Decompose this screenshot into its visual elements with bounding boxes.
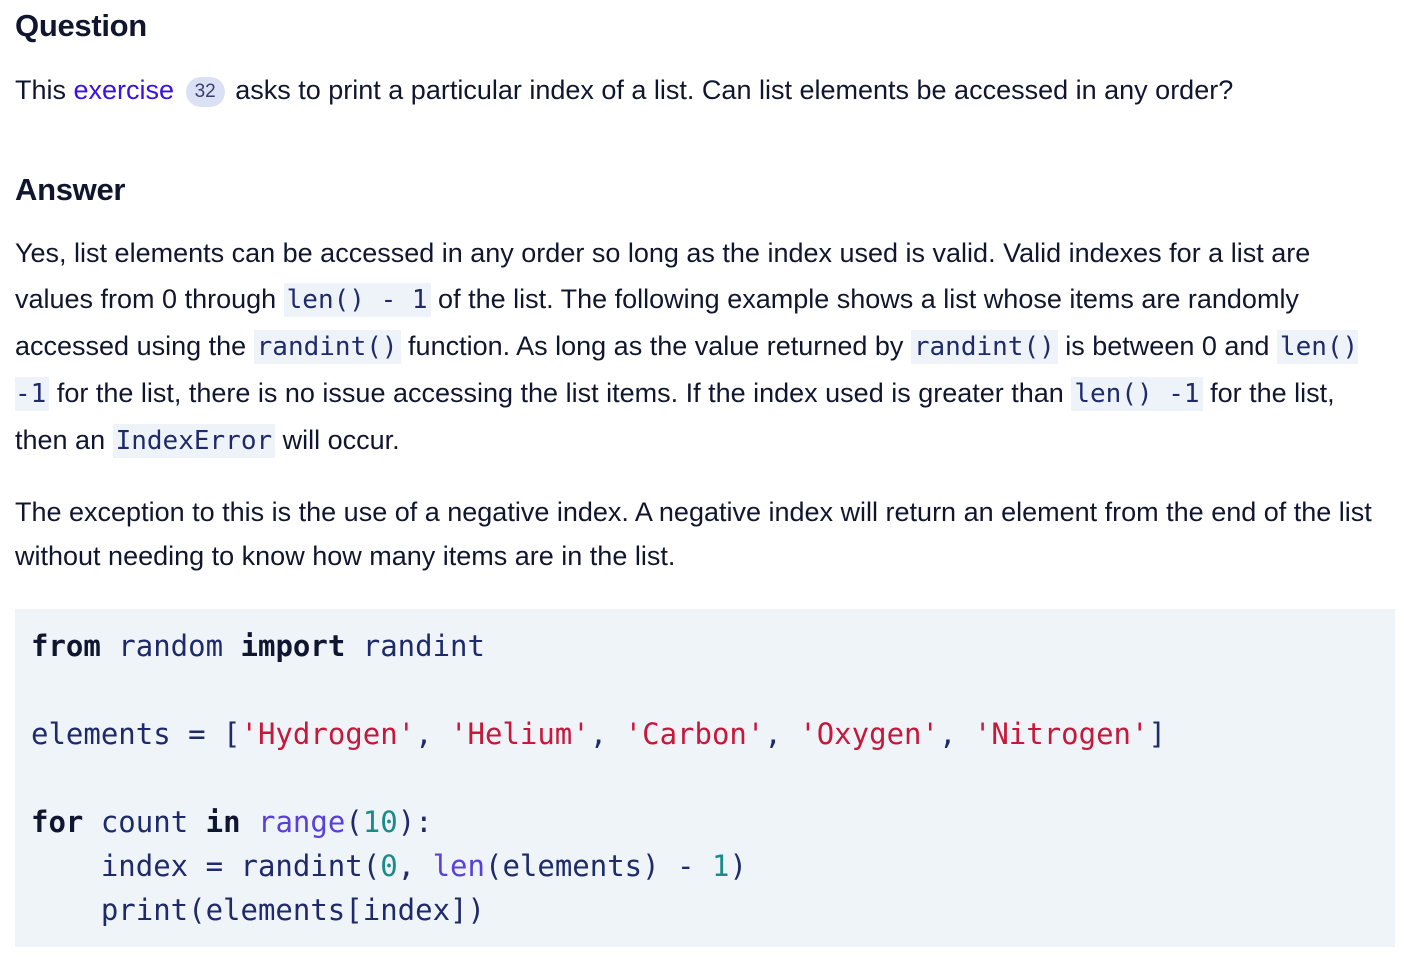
- question-heading: Question: [15, 8, 147, 43]
- question-text-end: asks to print a particular index of a li…: [227, 75, 1234, 105]
- link-count-badge[interactable]: 32: [185, 77, 225, 107]
- code-string: 'Hydrogen': [240, 717, 416, 751]
- code-string: 'Nitrogen': [973, 717, 1149, 751]
- code-text: index = randint(: [31, 849, 381, 883]
- inline-code: len() - 1: [283, 283, 431, 317]
- code-keyword: import: [240, 629, 346, 663]
- code-string: 'Carbon': [624, 717, 765, 751]
- code-number: 10: [362, 805, 398, 839]
- text-segment: for the list, there is no issue accessin…: [49, 378, 1072, 408]
- code-builtin: range: [258, 805, 346, 839]
- code-text: print(elements[index]): [31, 893, 485, 927]
- answer-paragraph-2: The exception to this is the use of a ne…: [15, 497, 1372, 571]
- code-keyword: from: [31, 629, 101, 663]
- code-text: ,: [397, 849, 433, 883]
- code-text: elements = [: [31, 717, 241, 751]
- code-text: ):: [397, 805, 433, 839]
- question-text: This exercise 32 asks to print a particu…: [15, 70, 1389, 110]
- inline-code: randint(): [253, 330, 401, 364]
- code-line-4: index = randint(0, len(elements) - 1): [31, 846, 747, 886]
- text-segment: function. As long as the value returned …: [400, 331, 911, 361]
- code-builtin: len: [432, 849, 485, 883]
- code-keyword: in: [205, 805, 241, 839]
- code-text: ): [729, 849, 747, 883]
- text-segment: is between 0 and: [1057, 331, 1277, 361]
- code-text: ,: [764, 717, 800, 751]
- code-text: random: [100, 629, 241, 663]
- code-line-2: elements = ['Hydrogen', 'Helium', 'Carbo…: [31, 714, 1166, 754]
- answer-heading: Answer: [15, 172, 126, 207]
- inline-code: randint(): [910, 330, 1058, 364]
- inline-code: len() -1: [1071, 377, 1203, 411]
- question-text-start: This: [15, 75, 74, 105]
- exercise-link[interactable]: exercise: [74, 75, 175, 105]
- code-text: (: [345, 805, 363, 839]
- code-line-3: for count in range(10):: [31, 802, 433, 842]
- code-text: ]: [1148, 717, 1166, 751]
- code-text: ,: [415, 717, 451, 751]
- code-number: 0: [380, 849, 398, 883]
- inline-code: IndexError: [112, 424, 276, 458]
- code-text: randint: [345, 629, 485, 663]
- code-text: (elements) -: [484, 849, 712, 883]
- page: Question This exercise 32 asks to print …: [0, 0, 1404, 970]
- code-text: count: [83, 805, 206, 839]
- code-line-1: from random import randint: [31, 626, 485, 666]
- code-string: 'Helium': [450, 717, 590, 751]
- code-number: 1: [711, 849, 730, 883]
- code-text: ,: [589, 717, 625, 751]
- code-line-5: print(elements[index]): [31, 890, 485, 930]
- code-string: 'Oxygen': [799, 717, 939, 751]
- code-text: ,: [938, 717, 974, 751]
- code-block[interactable]: from random import randint elements = ['…: [15, 609, 1395, 947]
- answer-paragraph-1: Yes, list elements can be accessed in an…: [15, 230, 1393, 464]
- text-segment: will occur.: [275, 425, 400, 455]
- code-keyword: for: [31, 805, 84, 839]
